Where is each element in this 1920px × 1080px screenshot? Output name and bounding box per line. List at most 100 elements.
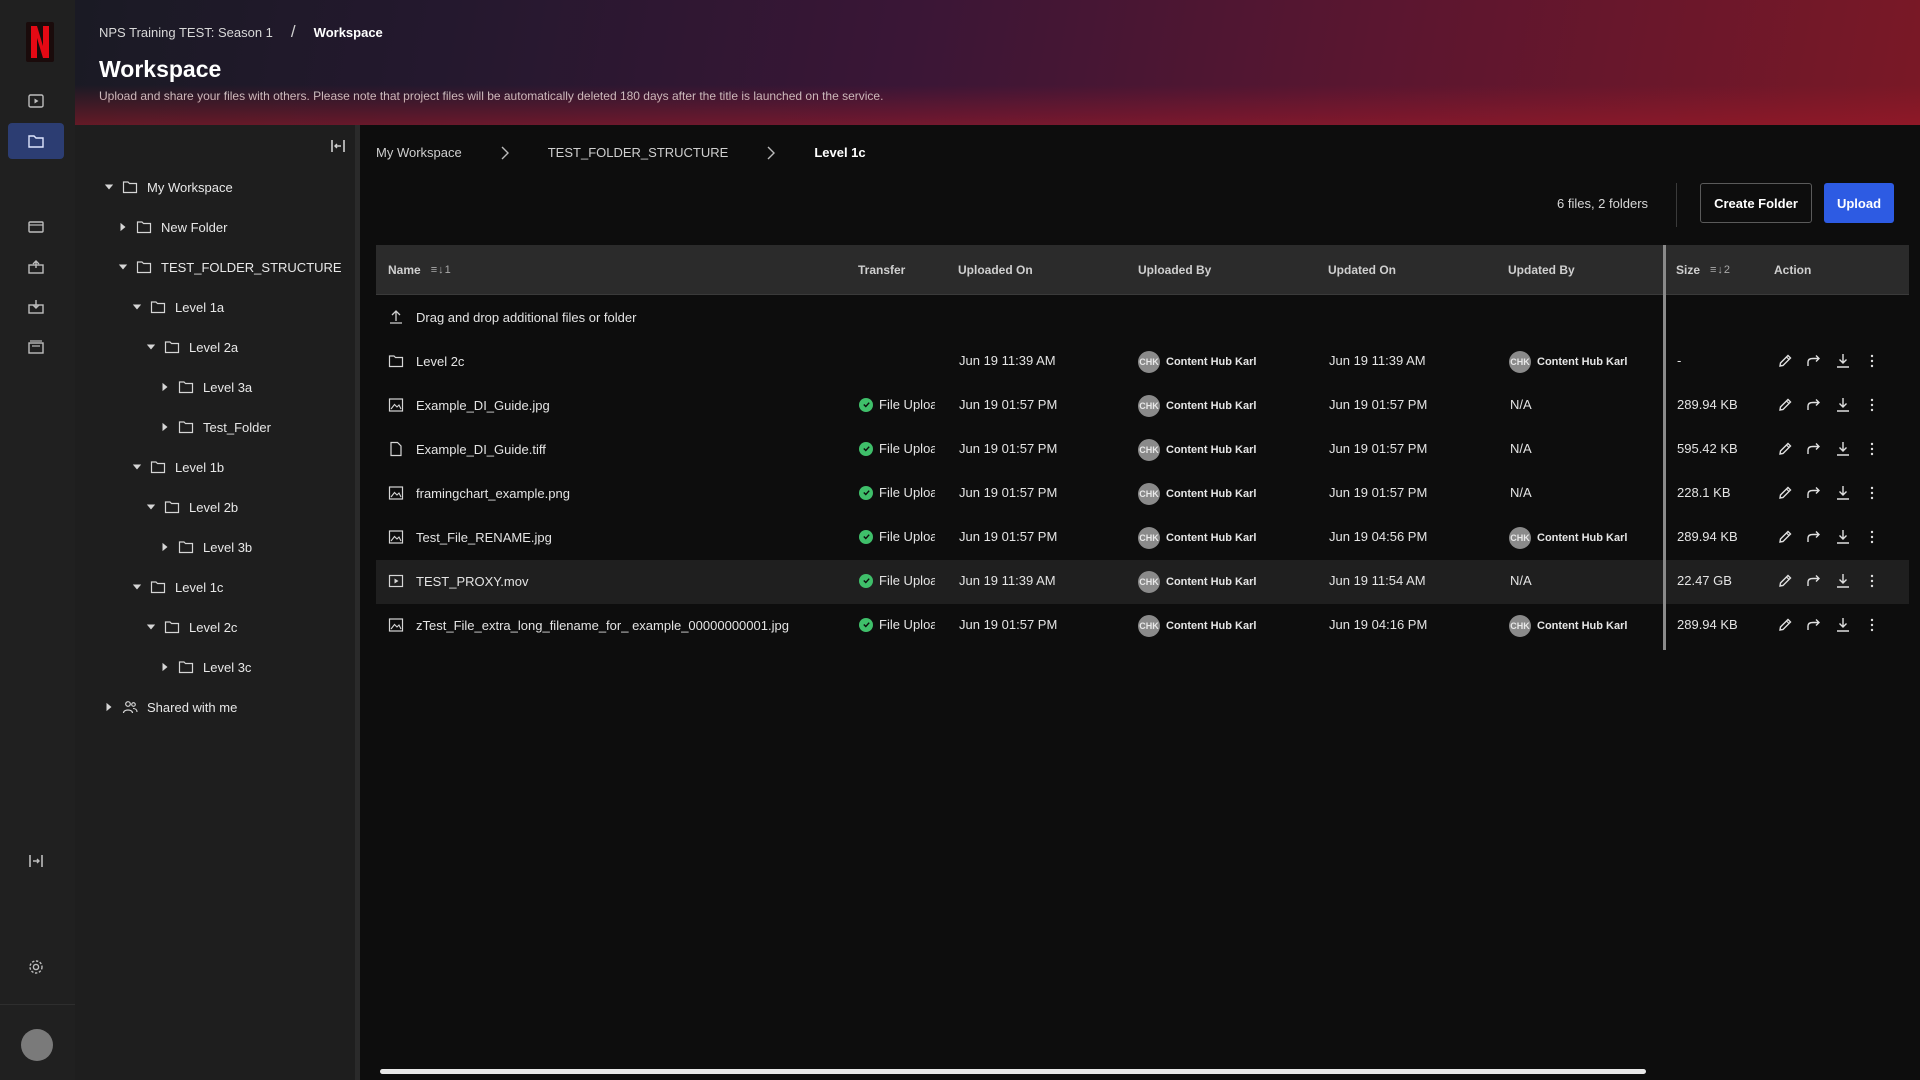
caret-down-icon[interactable] (131, 301, 143, 313)
edit-icon[interactable] (1776, 528, 1794, 546)
horizontal-scrollbar[interactable] (380, 1069, 1646, 1074)
netflix-logo[interactable] (26, 22, 54, 62)
download-box-icon[interactable] (8, 289, 64, 325)
tree-item[interactable]: Level 3a (159, 376, 252, 398)
share-icon[interactable] (1805, 616, 1823, 634)
download-icon[interactable] (1834, 396, 1852, 414)
table-row[interactable]: Example_DI_Guide.tiff File Upload Jun 19 0… (376, 428, 1909, 472)
tree-item[interactable]: TEST_FOLDER_STRUCTURE (117, 256, 342, 278)
gear-icon[interactable] (8, 949, 64, 985)
table-row[interactable]: Test_File_RENAME.jpg File Upload Jun 19 01… (376, 516, 1909, 560)
sort-icon[interactable]: ≡↓2 (1710, 264, 1731, 276)
table-row[interactable]: TEST_PROXY.mov File Upload Jun 19 11:39 AM… (376, 560, 1909, 604)
caret-right-icon[interactable] (159, 381, 171, 393)
table-row[interactable]: framingchart_example.png File Upload Jun 1… (376, 472, 1909, 516)
caret-down-icon[interactable] (145, 621, 157, 633)
file-name[interactable]: Test_File_RENAME.jpg (416, 530, 552, 545)
col-transfer[interactable]: Transfer (858, 263, 905, 277)
share-icon[interactable] (1805, 396, 1823, 414)
create-folder-button[interactable]: Create Folder (1700, 183, 1812, 223)
more-icon[interactable] (1863, 396, 1881, 414)
file-size: 289.94 KB (1677, 617, 1738, 632)
share-icon[interactable] (1805, 352, 1823, 370)
share-icon[interactable] (1805, 484, 1823, 502)
tree-item[interactable]: Level 2b (145, 496, 238, 518)
caret-down-icon[interactable] (131, 461, 143, 473)
file-name[interactable]: framingchart_example.png (416, 486, 570, 501)
table-row[interactable]: Example_DI_Guide.jpg File Upload Jun 19 01… (376, 384, 1909, 428)
edit-icon[interactable] (1776, 616, 1794, 634)
expand-icon[interactable] (8, 843, 64, 879)
edit-icon[interactable] (1776, 572, 1794, 590)
caret-right-icon[interactable] (117, 221, 129, 233)
more-icon[interactable] (1863, 528, 1881, 546)
upload-button[interactable]: Upload (1824, 183, 1894, 223)
dropzone-row[interactable]: Drag and drop additional files or folder (376, 296, 1909, 340)
tree-item[interactable]: Shared with me (103, 696, 237, 718)
col-uploaded-on[interactable]: Uploaded On (958, 263, 1033, 277)
archive-icon[interactable] (8, 329, 64, 365)
collapse-panel-icon[interactable] (329, 137, 347, 155)
sort-icon[interactable]: ≡↓1 (431, 264, 452, 276)
download-icon[interactable] (1834, 352, 1852, 370)
caret-down-icon[interactable] (103, 181, 115, 193)
breadcrumb-root[interactable]: My Workspace (376, 145, 462, 160)
col-updated-on[interactable]: Updated On (1328, 263, 1396, 277)
column-resize-handle[interactable] (1663, 245, 1666, 650)
caret-down-icon[interactable] (117, 261, 129, 273)
more-icon[interactable] (1863, 440, 1881, 458)
film-icon[interactable] (8, 209, 64, 245)
tree-item[interactable]: Test_Folder (159, 416, 271, 438)
tree-item[interactable]: New Folder (117, 216, 227, 238)
col-uploaded-by[interactable]: Uploaded By (1138, 263, 1211, 277)
tree-item[interactable]: Level 1b (131, 456, 224, 478)
edit-icon[interactable] (1776, 440, 1794, 458)
more-icon[interactable] (1863, 572, 1881, 590)
caret-right-icon[interactable] (159, 541, 171, 553)
file-name[interactable]: TEST_PROXY.mov (416, 574, 528, 589)
caret-right-icon[interactable] (103, 701, 115, 713)
file-name[interactable]: Example_DI_Guide.tiff (416, 442, 546, 457)
download-icon[interactable] (1834, 572, 1852, 590)
tree-item[interactable]: Level 3c (159, 656, 251, 678)
tree-item[interactable]: My Workspace (103, 176, 233, 198)
tree-item[interactable]: Level 2c (145, 616, 237, 638)
tree-item[interactable]: Level 1c (131, 576, 223, 598)
more-icon[interactable] (1863, 352, 1881, 370)
download-icon[interactable] (1834, 528, 1852, 546)
breadcrumb-folder[interactable]: TEST_FOLDER_STRUCTURE (548, 145, 729, 160)
caret-down-icon[interactable] (145, 341, 157, 353)
col-name[interactable]: Name ≡↓1 (388, 263, 452, 277)
download-icon[interactable] (1834, 440, 1852, 458)
share-icon[interactable] (1805, 528, 1823, 546)
edit-icon[interactable] (1776, 352, 1794, 370)
share-icon[interactable] (1805, 572, 1823, 590)
edit-icon[interactable] (1776, 396, 1794, 414)
caret-right-icon[interactable] (159, 661, 171, 673)
upload-box-icon[interactable] (8, 249, 64, 285)
tree-item[interactable]: Level 1a (131, 296, 224, 318)
more-icon[interactable] (1863, 616, 1881, 634)
caret-down-icon[interactable] (145, 501, 157, 513)
download-icon[interactable] (1834, 616, 1852, 634)
table-row[interactable]: Level 2c Jun 19 11:39 AM CHK Content Hub Ka… (376, 340, 1909, 384)
more-icon[interactable] (1863, 484, 1881, 502)
avatar[interactable] (21, 1029, 53, 1061)
play-icon[interactable] (8, 83, 64, 119)
caret-down-icon[interactable] (131, 581, 143, 593)
tree-item[interactable]: Level 2a (145, 336, 238, 358)
share-icon[interactable] (1805, 440, 1823, 458)
uploaded-on: Jun 19 01:57 PM (959, 485, 1058, 500)
download-icon[interactable] (1834, 484, 1852, 502)
table-row[interactable]: zTest_File_extra_long_filename_for_ exam… (376, 604, 1909, 648)
col-updated-by[interactable]: Updated By (1508, 263, 1575, 277)
tree-item[interactable]: Level 3b (159, 536, 252, 558)
caret-right-icon[interactable] (159, 421, 171, 433)
col-size[interactable]: Size ≡↓2 (1676, 263, 1731, 277)
file-name[interactable]: Level 2c (416, 354, 464, 369)
file-name[interactable]: Example_DI_Guide.jpg (416, 398, 550, 413)
edit-icon[interactable] (1776, 484, 1794, 502)
project-link[interactable]: NPS Training TEST: Season 1 (99, 25, 273, 40)
file-name[interactable]: zTest_File_extra_long_filename_for_ exam… (416, 618, 789, 633)
folder-icon[interactable] (8, 123, 64, 159)
